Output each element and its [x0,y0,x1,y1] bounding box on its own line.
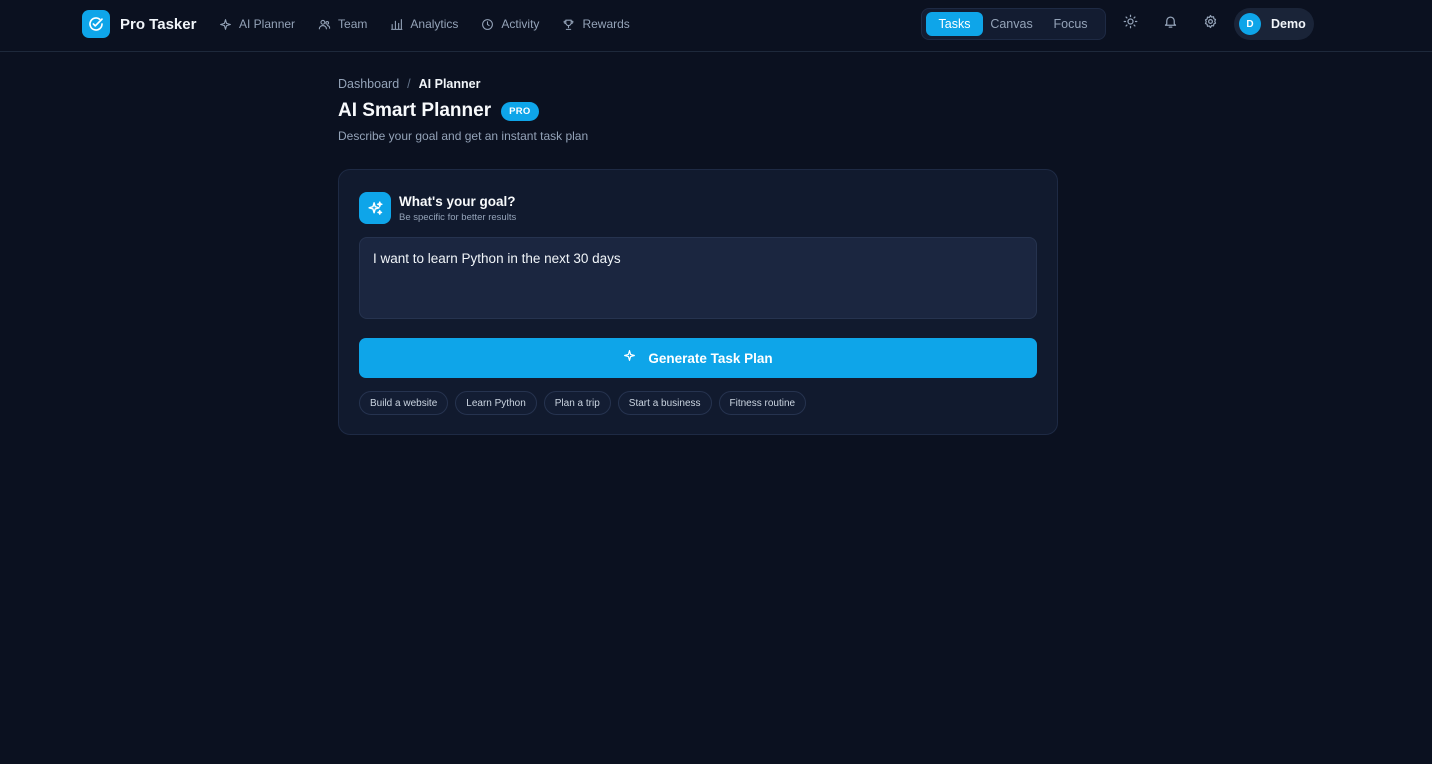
nav-item-analytics[interactable]: Analytics [389,14,458,34]
check-circle-icon [82,10,110,38]
user-menu[interactable]: D Demo [1234,8,1314,40]
breadcrumb-current: AI Planner [418,77,481,91]
nav-item-label: Rewards [582,17,630,31]
page-title-row: AI Smart Planner PRO [338,99,539,123]
generate-task-plan-button[interactable]: Generate Task Plan [359,338,1037,378]
main-nav: AI Planner Team Analytics Activity Rewar… [218,14,652,34]
nav-item-label: Analytics [410,17,459,31]
theme-toggle-button[interactable] [1118,12,1142,36]
nav-item-activity[interactable]: Activity [480,14,539,34]
notifications-button[interactable] [1158,12,1182,36]
suggestion-chip-start-business[interactable]: Start a business [617,391,712,415]
goal-card-subtitle: Be specific for better results [399,211,517,223]
nav-item-label: Activity [501,17,540,31]
sun-icon [1123,14,1138,34]
goal-card-header: What's your goal? Be specific for better… [359,192,516,224]
pro-badge: PRO [501,101,539,121]
suggestion-chip-learn-python[interactable]: Learn Python [455,391,537,415]
breadcrumb-dashboard-link[interactable]: Dashboard [338,77,399,91]
nav-item-ai-planner[interactable]: AI Planner [218,14,295,34]
settings-button[interactable] [1198,12,1222,36]
top-navigation-bar: Pro Tasker AI Planner Team Analytics Act… [0,0,1432,52]
goal-textarea[interactable]: I want to learn Python in the next 30 da… [359,237,1037,319]
nav-item-rewards[interactable]: Rewards [561,14,630,34]
view-switcher: Tasks Canvas Focus [921,8,1106,40]
breadcrumb: Dashboard / AI Planner [338,77,480,91]
suggestion-chips: Build a website Learn Python Plan a trip… [359,391,813,415]
sparkle-icon [623,349,636,367]
gear-icon [1203,14,1218,34]
brand[interactable]: Pro Tasker [82,10,196,38]
goal-card: What's your goal? Be specific for better… [338,169,1058,435]
tab-canvas[interactable]: Canvas [983,12,1040,36]
goal-card-title: What's your goal? [399,193,516,209]
bar-chart-icon [389,17,403,31]
page-subtitle: Describe your goal and get an instant ta… [338,129,589,143]
tab-tasks[interactable]: Tasks [926,12,984,36]
generate-button-label: Generate Task Plan [648,350,773,366]
suggestion-chip-build-website[interactable]: Build a website [359,391,449,415]
suggestion-chip-fitness-routine[interactable]: Fitness routine [718,391,807,415]
user-name: Demo [1271,17,1306,31]
nav-item-label: Team [338,17,368,31]
users-icon [317,17,331,31]
avatar: D [1239,13,1261,35]
trophy-icon [561,17,575,31]
page-title: AI Smart Planner [338,100,492,121]
sparkle-icon [218,17,232,31]
nav-item-team[interactable]: Team [317,14,367,34]
suggestion-chip-plan-trip[interactable]: Plan a trip [543,391,611,415]
nav-item-label: AI Planner [239,17,296,31]
brand-name: Pro Tasker [120,15,197,33]
clock-icon [480,17,494,31]
bell-icon [1163,14,1178,34]
tab-focus[interactable]: Focus [1040,12,1101,36]
breadcrumb-separator: / [407,77,411,91]
sparkles-icon [359,192,391,224]
